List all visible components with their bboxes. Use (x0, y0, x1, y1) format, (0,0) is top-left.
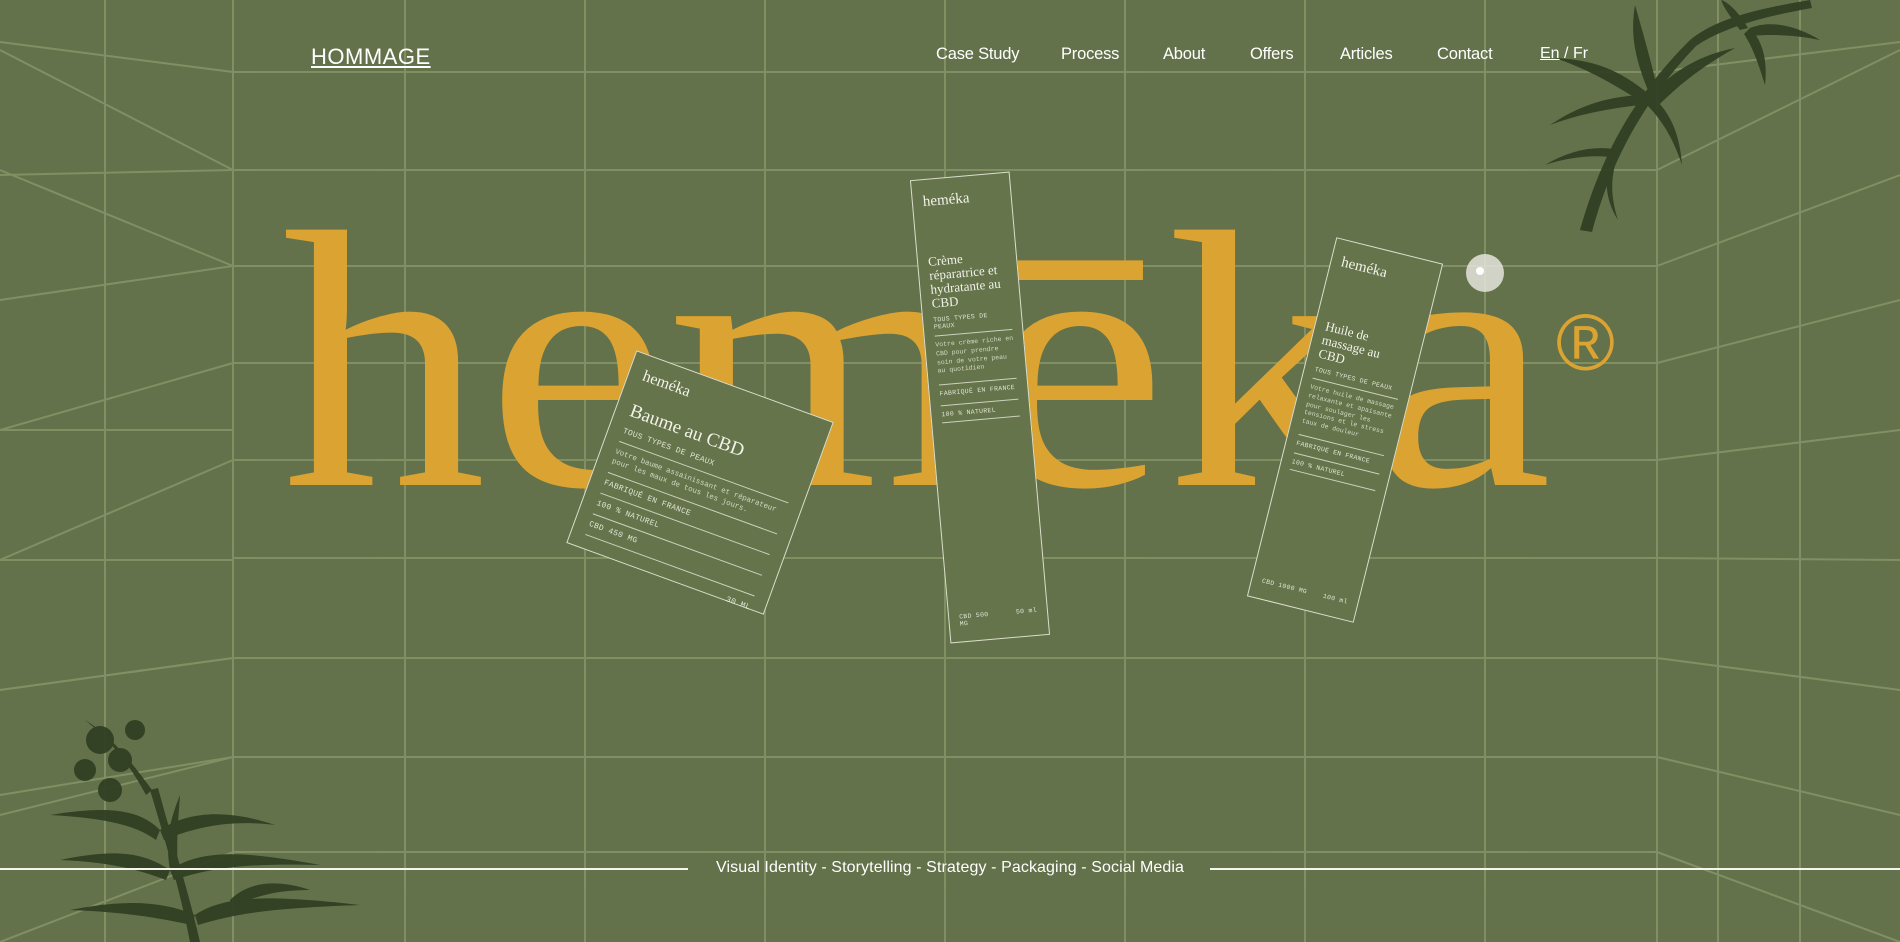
nav-case-study[interactable]: Case Study (936, 45, 1019, 64)
language-switcher: En / Fr (1540, 45, 1588, 63)
nav-about[interactable]: About (1163, 45, 1205, 64)
nav-offers[interactable]: Offers (1250, 45, 1294, 64)
product-dose: CBD 1000 MG (1261, 577, 1308, 596)
product-name: Crème réparatrice et hydratante au CBD (927, 250, 1002, 311)
services-tagline: Visual Identity - Storytelling - Strateg… (715, 859, 1185, 876)
lang-fr[interactable]: Fr (1573, 45, 1588, 62)
lang-en[interactable]: En (1540, 45, 1560, 62)
cursor-dot-icon (1466, 254, 1504, 292)
product-brand: heméka (1339, 254, 1389, 282)
nav-articles[interactable]: Articles (1340, 45, 1393, 64)
product-volume: 100 ml (1322, 592, 1349, 606)
product-volume: 50 ml (1015, 606, 1038, 616)
lang-separator: / (1564, 45, 1569, 62)
nav-contact[interactable]: Contact (1437, 45, 1493, 64)
product-origin: FABRIQUÉ EN FRANCE (939, 384, 1016, 398)
product-description: Votre crème riche en CBD pour prendre so… (935, 334, 1014, 375)
nav-process[interactable]: Process (1061, 45, 1119, 64)
product-brand: heméka (922, 190, 971, 211)
cannabis-leaf-icon (50, 720, 360, 942)
cannabis-leaf-icon (1545, 0, 1820, 232)
product-dose: CBD 500 MG (958, 611, 989, 628)
main-nav: Case Study Process About Offers Articles… (0, 45, 1900, 69)
product-skin: TOUS TYPES DE PEAUX (932, 312, 988, 331)
